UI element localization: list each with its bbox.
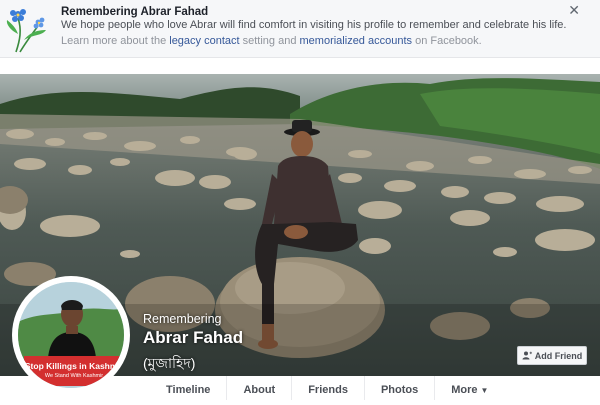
tab-friends[interactable]: Friends <box>292 376 365 400</box>
add-friend-button[interactable]: Add Friend <box>517 346 587 365</box>
add-friend-label: Add Friend <box>534 350 583 361</box>
tab-about[interactable]: About <box>227 376 293 400</box>
memorialized-accounts-link[interactable]: memorialized accounts <box>300 35 413 47</box>
profile-nav-tabs: Timeline About Friends Photos More ▼ <box>150 376 504 400</box>
tab-photos[interactable]: Photos <box>365 376 436 400</box>
banner-message: We hope people who love Abrar will find … <box>61 19 567 31</box>
profile-picture[interactable]: Stop Killings in Kashmir We Stand With K… <box>12 276 130 394</box>
remembering-label: Remembering <box>143 312 222 326</box>
tab-more[interactable]: More ▼ <box>435 376 504 400</box>
profile-alternate-name: (মুজাহিদ) <box>143 355 196 371</box>
memorial-banner: Remembering Abrar Fahad We hope people w… <box>0 0 600 58</box>
forget-me-not-flower-icon <box>6 9 46 53</box>
tab-more-label: More <box>451 384 478 396</box>
legacy-contact-link[interactable]: legacy contact <box>169 35 239 47</box>
profile-name[interactable]: Abrar Fahad <box>143 328 243 348</box>
banner-text-pre: Learn more about the <box>61 35 170 47</box>
avatar: Stop Killings in Kashmir We Stand With K… <box>15 279 127 391</box>
avatar-ribbon: Stop Killings in Kashmir We Stand With K… <box>24 356 124 386</box>
banner-text-post: on Facebook. <box>412 35 482 47</box>
caret-down-icon: ▼ <box>480 386 489 395</box>
avatar-ribbon-subtitle: We Stand With Kashmir <box>44 373 104 379</box>
banner-title: Remembering Abrar Fahad <box>61 6 209 18</box>
banner-text-mid: setting and <box>239 35 300 47</box>
profile-name-block: Remembering Abrar Fahad (মুজাহিদ) <box>143 312 243 372</box>
add-friend-icon <box>522 351 532 360</box>
banner-learn-more: Learn more about the legacy contact sett… <box>61 35 482 47</box>
tab-timeline[interactable]: Timeline <box>150 376 228 400</box>
close-icon[interactable]: ✕ <box>568 3 580 17</box>
avatar-ribbon-title: Stop Killings in Kashmir <box>24 361 124 371</box>
